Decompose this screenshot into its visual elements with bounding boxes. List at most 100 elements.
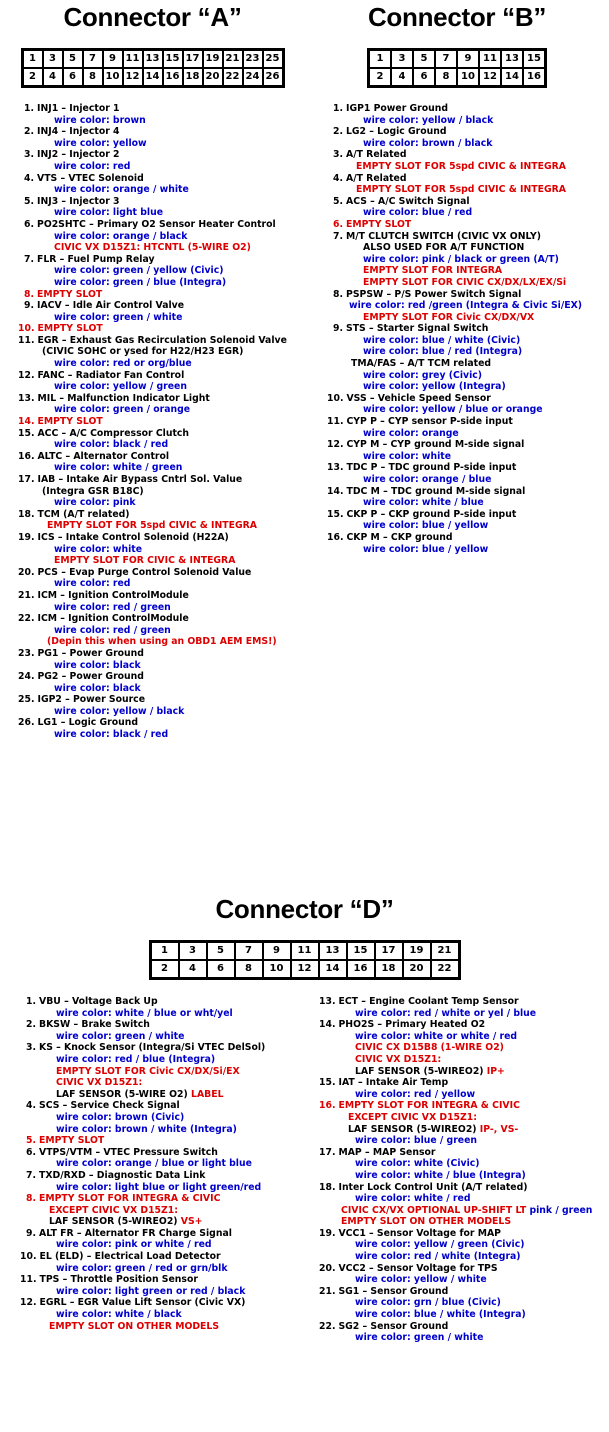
- pin-entry-header: 11. TPS – Throttle Position Sensor: [20, 1274, 305, 1286]
- pin-cell: 11: [291, 943, 318, 959]
- wire-color-line: wire color: orange / black: [54, 230, 188, 242]
- wire-color-line: wire color: black / red: [54, 439, 169, 451]
- pin-cell: 26: [263, 69, 282, 85]
- pin-cell: 7: [83, 51, 102, 67]
- wire-color-line: wire color: red: [54, 160, 131, 172]
- wire-color-line: wire color: black: [54, 682, 141, 694]
- pin-entry: 13. ECT – Engine Coolant Temp Sensor wire …: [319, 996, 609, 1019]
- pin-label: TDC M – TDC ground M-side signal: [346, 485, 526, 497]
- pin-entry: 14. EMPTY SLOT: [18, 416, 305, 428]
- pin-entry: 1. INJ1 – Injector 1 wire color: brown: [18, 103, 305, 126]
- pin-entry: 4. A/T Related EMPTY SLOT FOR 5spd CIVIC &…: [327, 173, 609, 196]
- wire-color-line: wire color: yellow / white: [355, 1274, 487, 1286]
- pin-number: 20.: [319, 1262, 336, 1274]
- pin-cell: 4: [179, 961, 206, 977]
- pin-entry: 12. EGRL – EGR Value Lift Sensor (Civic V…: [20, 1297, 305, 1332]
- pin-entry: 24. PG2 – Power Ground wire color: black: [18, 671, 305, 694]
- note-line: (Integra GSR B18C): [42, 485, 144, 497]
- pin-cell: 7: [436, 51, 456, 67]
- pin-cell: 12: [480, 69, 500, 85]
- pin-label: VCC2 – Sensor Voltage for TPS: [338, 1262, 498, 1274]
- detail-text: LAF SENSOR (5-WIREO2): [49, 1216, 181, 1228]
- pin-cell: 14: [502, 69, 522, 85]
- pin-entry-header: 21. ICM – Ignition ControlModule: [18, 590, 305, 602]
- pin-header-box: 1 3 5 7 9 11 13 15 17 19 21 23 25 2 4 6 8 10 12 14 16 18 20 22 2…: [20, 48, 285, 88]
- pin-entry-header: 10. EL (ELD) – Electrical Load Detector: [20, 1251, 305, 1263]
- pin-entry: 16. ALTC – Alternator Control wire color: …: [18, 451, 305, 474]
- pin-entry-header: 14. TDC M – TDC ground M-side signal: [327, 486, 609, 498]
- pin-label: SCS – Service Check Signal: [39, 1100, 180, 1112]
- warning-line: EMPTY SLOT FOR CIVIC CX/DX/LX/EX/Si: [363, 276, 567, 288]
- pin-cell: 9: [263, 943, 290, 959]
- pin-entry-header: 4. SCS – Service Check Signal: [20, 1100, 305, 1112]
- pin-label: EGR – Exhaust Gas Recirculation Solenoid…: [37, 334, 287, 346]
- pin-label: EMPTY SLOT FOR INTEGRA & CIVIC: [39, 1193, 221, 1205]
- pin-entry-header: 7. TXD/RXD – Diagnostic Data Link: [20, 1170, 305, 1182]
- pin-label: CKP P – CKP ground P-side input: [346, 508, 517, 520]
- pin-number: 1.: [23, 103, 34, 114]
- pin-entry: 1. VBU – Voltage Back Up wire color: white…: [20, 996, 305, 1019]
- pin-entry: 7. FLR – Fuel Pump Relay wire color: green…: [18, 254, 305, 289]
- pin-cell: 3: [43, 51, 62, 67]
- detail-text: pink / green: [529, 1204, 593, 1216]
- pin-entry-header: 15. CKP P – CKP ground P-side input: [327, 509, 609, 521]
- pin-number: 4.: [332, 172, 343, 184]
- pin-entry: 6. EMPTY SLOT: [327, 219, 609, 231]
- pin-entry-header: 9. ALT FR – Alternator FR Charge Signal: [20, 1228, 305, 1240]
- pin-label: ACS – A/C Switch Signal: [346, 195, 470, 207]
- pin-label: SG2 – Sensor Ground: [338, 1320, 449, 1332]
- wire-color-line: wire color: green / white: [355, 1332, 484, 1344]
- pin-entry: 20. PCS – Evap Purge Control Solenoid Val…: [18, 567, 305, 590]
- pin-entry: 2. LG2 – Logic Ground wire color: brown / …: [327, 126, 609, 149]
- pin-label: ICS – Intake Control Solenoid (H22A): [37, 531, 229, 543]
- wire-color-line: wire color: red / blue (Integra): [56, 1053, 216, 1065]
- pin-entry-header: 8. EMPTY SLOT FOR INTEGRA & CIVIC: [20, 1193, 305, 1205]
- pin-number: 19.: [319, 1227, 336, 1239]
- pin-number: 3.: [25, 1042, 36, 1054]
- pin-number: 1.: [332, 103, 343, 114]
- pin-cell: 10: [103, 69, 122, 85]
- wire-color-line: wire color: light blue or light green/re…: [56, 1181, 262, 1193]
- pin-number: 20.: [18, 566, 35, 578]
- pin-row-odd: 1 3 5 7 9 11 13 15 17 19 21 23 25: [23, 51, 282, 67]
- wire-color-line: wire color: red / yellow: [355, 1088, 476, 1100]
- pin-label: TPS – Throttle Position Sensor: [39, 1274, 198, 1286]
- wire-color-line: wire color: light green or red / black: [56, 1285, 246, 1297]
- pin-number: 4.: [25, 1100, 36, 1112]
- connector-a-pin-list: 1. INJ1 – Injector 1 wire color: brown 2. IN…: [0, 103, 305, 741]
- pin-number: 4.: [23, 172, 34, 184]
- pin-label: VTPS/VTM – VTEC Pressure Switch: [39, 1146, 218, 1158]
- detail-text: IP+: [486, 1065, 505, 1077]
- pin-number: 21.: [18, 589, 35, 601]
- pin-label: VSS – Vehicle Speed Sensor: [346, 392, 491, 404]
- warning-line: EMPTY SLOT FOR INTEGRA: [363, 265, 503, 277]
- pin-entry: 15. CKP P – CKP ground P-side input wire c…: [327, 509, 609, 532]
- wire-color-line: wire color: blue / white (Civic): [363, 334, 521, 346]
- pin-label: TXD/RXD – Diagnostic Data Link: [39, 1169, 206, 1181]
- pin-cell: 13: [502, 51, 522, 67]
- pin-label: ICM – Ignition ControlModule: [37, 589, 189, 601]
- pin-entry: 9. STS – Starter Signal Switch wire color:…: [327, 323, 609, 393]
- pin-entry-header: 22. SG2 – Sensor Ground: [319, 1321, 609, 1333]
- pin-entry: 12. CYP M – CYP ground M-side signal wire …: [327, 439, 609, 462]
- pin-label: EMPTY SLOT: [346, 218, 412, 230]
- wire-color-line: wire color: white: [363, 450, 452, 462]
- pin-number: 1.: [25, 996, 36, 1007]
- pin-number: 15.: [319, 1077, 336, 1089]
- wire-color-line: wire color: green / red or grn/blk: [56, 1262, 228, 1274]
- pin-label: EMPTY SLOT: [37, 323, 103, 335]
- detail-text: LAF SENSOR (5-WIREO2): [355, 1065, 487, 1077]
- pin-entry-header: 15. ACC – A/C Compressor Clutch: [18, 428, 305, 440]
- pin-entry: 4. VTS – VTEC Solenoid wire color: orange …: [18, 173, 305, 196]
- pin-label: IGP1 Power Ground: [346, 103, 449, 114]
- pin-entry-header: 1. IGP1 Power Ground: [327, 103, 609, 115]
- pin-cell: 20: [203, 69, 222, 85]
- pin-number: 26.: [18, 717, 35, 729]
- pin-label: ICM – Ignition ControlModule: [37, 613, 189, 625]
- pin-cell: 3: [179, 943, 206, 959]
- pin-number: 23.: [18, 647, 35, 659]
- pin-number: 11.: [18, 334, 35, 346]
- pin-entry-header: 10. VSS – Vehicle Speed Sensor: [327, 393, 609, 405]
- wire-color-line: wire color: red / green: [54, 601, 171, 613]
- wire-color-line: wire color: white / blue: [363, 497, 484, 509]
